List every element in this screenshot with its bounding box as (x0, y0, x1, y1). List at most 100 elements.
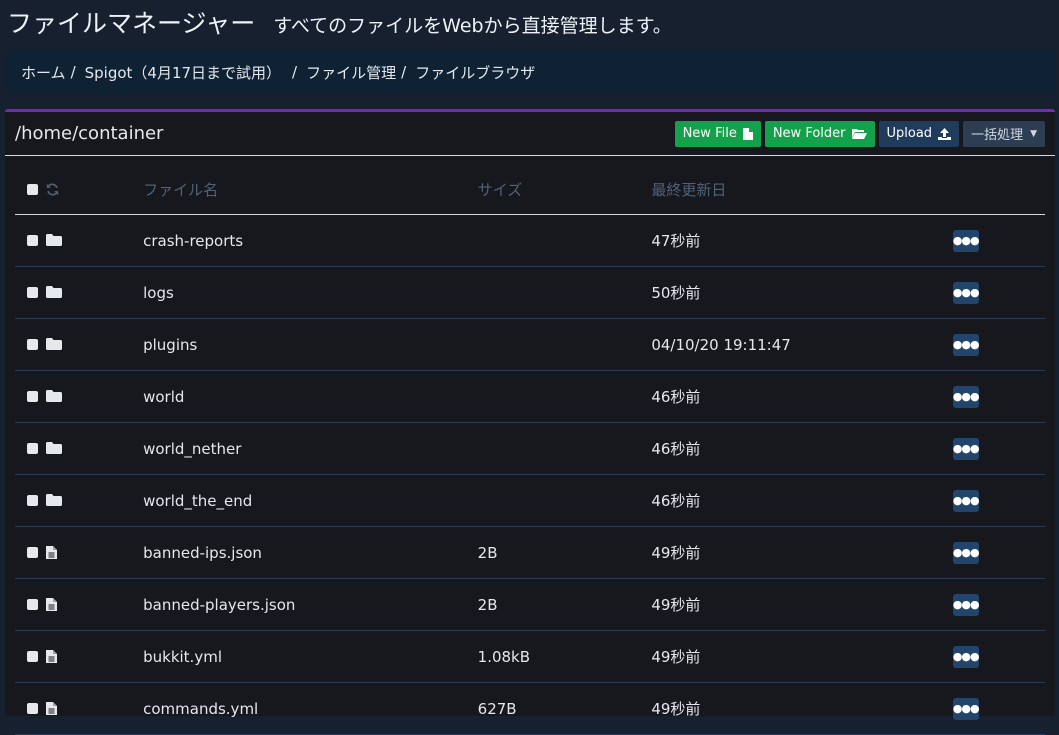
row-checkbox[interactable] (27, 494, 38, 506)
file-icon (46, 597, 57, 611)
file-modified: 46秒前 (650, 370, 952, 423)
file-name[interactable]: world_the_end (142, 474, 477, 527)
page-title: ファイルマネージャー (7, 9, 256, 38)
row-checkbox[interactable] (27, 598, 38, 610)
file-name[interactable]: banned-players.json (142, 578, 477, 631)
more-options-button[interactable]: ●●● (952, 541, 980, 564)
actions-cell: ●●● (951, 318, 1045, 371)
row-checkbox[interactable] (27, 442, 38, 454)
breadcrumb-home[interactable]: ホーム (21, 62, 66, 83)
table-row[interactable]: world_nether 46秒前 ●●● (15, 422, 1045, 475)
file-table: ファイル名 サイズ 最終更新日 crash-reports 47秒前 ●●● logs… (15, 165, 1045, 735)
select-cell (15, 422, 143, 475)
more-options-button[interactable]: ●●● (952, 281, 980, 304)
new-folder-button[interactable]: New Folder (764, 120, 875, 147)
file-name[interactable]: bukkit.yml (142, 630, 477, 683)
actions-cell: ●●● (951, 370, 1045, 423)
table-row[interactable]: plugins 04/10/20 19:11:47 ●●● (15, 318, 1045, 371)
folder-icon (46, 338, 62, 350)
file-modified: 04/10/20 19:11:47 (650, 318, 952, 371)
actions-cell: ●●● (951, 214, 1045, 267)
row-checkbox[interactable] (27, 234, 38, 246)
table-header-row: ファイル名 サイズ 最終更新日 (15, 165, 1045, 215)
more-options-button[interactable]: ●●● (952, 437, 980, 460)
ellipsis-icon: ●●● (952, 442, 980, 455)
table-row[interactable]: world 46秒前 ●●● (15, 370, 1045, 423)
file-name[interactable]: logs (142, 266, 477, 319)
select-cell (15, 370, 143, 423)
breadcrumb-server[interactable]: Spigot（4月17日まで試用） (85, 62, 281, 83)
file-browser-panel: /home/container New File New Folder Uplo… (5, 109, 1055, 735)
current-path: /home/container (15, 123, 164, 144)
column-header-size[interactable]: サイズ (476, 165, 651, 215)
ellipsis-icon: ●●● (952, 338, 980, 351)
table-row[interactable]: bukkit.yml 1.08kB 49秒前 ●●● (15, 630, 1045, 683)
file-size (476, 422, 651, 475)
upload-button[interactable]: Upload (878, 120, 960, 147)
folder-icon (46, 234, 62, 246)
column-header-name[interactable]: ファイル名 (142, 165, 477, 215)
select-all-checkbox[interactable] (27, 183, 38, 195)
table-row[interactable]: banned-ips.json 2B 49秒前 ●●● (15, 526, 1045, 579)
select-cell (15, 266, 143, 319)
row-checkbox[interactable] (27, 546, 38, 558)
row-checkbox[interactable] (27, 286, 38, 298)
row-checkbox[interactable] (27, 390, 38, 402)
new-folder-button-label: New Folder (772, 126, 846, 141)
column-header-modified[interactable]: 最終更新日 (650, 165, 952, 215)
select-cell (15, 474, 143, 527)
new-file-button[interactable]: New File (674, 120, 761, 147)
file-modified: 50秒前 (650, 266, 952, 319)
more-options-button[interactable]: ●●● (952, 593, 980, 616)
file-modified: 49秒前 (650, 526, 952, 579)
table-row[interactable]: banned-players.json 2B 49秒前 ●●● (15, 578, 1045, 631)
file-size (476, 474, 651, 527)
more-options-button[interactable]: ●●● (952, 333, 980, 356)
breadcrumb: ホーム / Spigot（4月17日まで試用） / ファイル管理 / ファイルブ… (5, 50, 1055, 94)
breadcrumb-separator: / (70, 63, 76, 81)
table-row[interactable]: logs 50秒前 ●●● (15, 266, 1045, 319)
more-options-button[interactable]: ●●● (952, 385, 980, 408)
actions-cell: ●●● (951, 422, 1045, 475)
table-row[interactable]: world_the_end 46秒前 ●●● (15, 474, 1045, 527)
actions-cell: ●●● (951, 474, 1045, 527)
ellipsis-icon: ●●● (952, 390, 980, 403)
file-name[interactable]: commands.yml (142, 682, 477, 735)
more-options-button[interactable]: ●●● (952, 489, 980, 512)
breadcrumb-separator: / (401, 63, 407, 81)
select-cell (15, 578, 143, 631)
actions-cell: ●●● (951, 526, 1045, 579)
actions-cell: ●●● (951, 630, 1045, 683)
more-options-button[interactable]: ●●● (952, 229, 980, 252)
more-options-button[interactable]: ●●● (952, 645, 980, 668)
file-modified: 46秒前 (650, 474, 952, 527)
file-size: 2B (476, 526, 651, 579)
breadcrumb-separator: / (292, 63, 298, 81)
file-modified: 49秒前 (650, 630, 952, 683)
more-options-button[interactable]: ●●● (952, 697, 980, 720)
file-name[interactable]: banned-ips.json (142, 526, 477, 579)
table-row[interactable]: crash-reports 47秒前 ●●● (15, 214, 1045, 267)
row-checkbox[interactable] (27, 338, 38, 350)
file-name[interactable]: crash-reports (142, 214, 477, 267)
file-modified: 46秒前 (650, 422, 952, 475)
row-checkbox[interactable] (27, 650, 38, 662)
file-modified: 49秒前 (650, 578, 952, 631)
new-file-button-label: New File (682, 126, 737, 141)
file-icon (46, 649, 57, 663)
file-icon (46, 701, 57, 715)
file-name[interactable]: world (142, 370, 477, 423)
actions-cell: ●●● (951, 578, 1045, 631)
folder-icon (46, 390, 62, 402)
file-name[interactable]: world_nether (142, 422, 477, 475)
bulk-action-dropdown[interactable]: 一括処理 ▼ (963, 120, 1045, 147)
select-cell (15, 682, 143, 735)
file-name[interactable]: plugins (142, 318, 477, 371)
row-checkbox[interactable] (27, 702, 38, 714)
page-header: ファイルマネージャー すべてのファイルをWebから直接管理します。 (0, 0, 1059, 48)
table-row[interactable]: commands.yml 627B 49秒前 ●●● (15, 682, 1045, 735)
folder-icon (46, 442, 62, 454)
refresh-icon[interactable] (46, 183, 59, 196)
breadcrumb-file-management[interactable]: ファイル管理 (306, 62, 396, 83)
file-modified: 49秒前 (650, 682, 952, 735)
